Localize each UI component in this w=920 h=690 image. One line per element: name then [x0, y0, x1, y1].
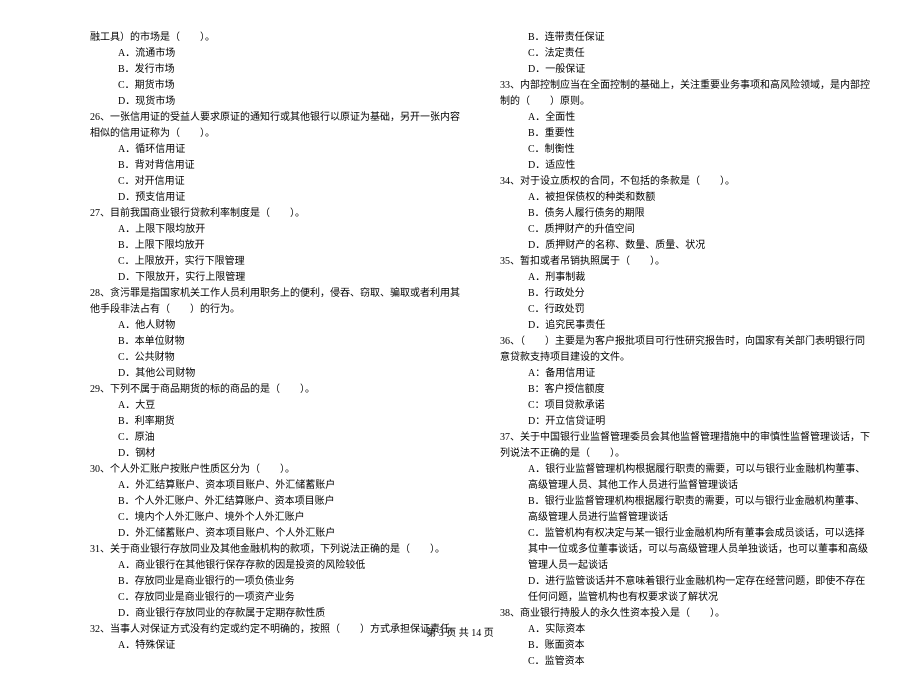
q25-opt-a: A．流通市场 — [90, 46, 460, 62]
q27-opt-c: C．上限放开，实行下限管理 — [90, 254, 460, 270]
q36-opt-b: B：客户授信额度 — [500, 382, 870, 398]
q26-opt-b: B．背对背信用证 — [90, 158, 460, 174]
q34-opt-a: A．被担保债权的种类和数额 — [500, 190, 870, 206]
q35-text: 35、暂扣或者吊销执照属于（ ）。 — [500, 254, 870, 270]
q37-text: 37、关于中国银行业监督管理委员会其他监督管理措施中的审慎性监督管理谈话，下列说… — [500, 430, 870, 462]
q26-opt-d: D．预支信用证 — [90, 190, 460, 206]
q25-opt-c: C．期货市场 — [90, 78, 460, 94]
q31-text: 31、关于商业银行存放同业及其他金融机构的款项，下列说法正确的是（ ）。 — [90, 542, 460, 558]
q33-text: 33、内部控制应当在全面控制的基础上，关注重要业务事项和高风险领域，是内部控制的… — [500, 78, 870, 110]
q28-opt-b: B．本单位财物 — [90, 334, 460, 350]
q29-opt-a: A．大豆 — [90, 398, 460, 414]
q32-opt-c: C．法定责任 — [500, 46, 870, 62]
q36-opt-a: A：备用信用证 — [500, 366, 870, 382]
q31-opt-d: D．商业银行存放同业的存款属于定期存款性质 — [90, 606, 460, 622]
q28-opt-a: A．他人财物 — [90, 318, 460, 334]
q34-text: 34、对于设立质权的合同，不包括的条款是（ ）。 — [500, 174, 870, 190]
q38-opt-c: C．监管资本 — [500, 654, 870, 670]
q31-opt-b: B．存放同业是商业银行的一项负债业务 — [90, 574, 460, 590]
q37-opt-d: D．进行监管谈话并不意味着银行业金融机构一定存在经营问题，即使不存在任何问题，监… — [500, 574, 870, 606]
right-column: B．连带责任保证 C．法定责任 D．一般保证 33、内部控制应当在全面控制的基础… — [500, 30, 870, 670]
q29-opt-b: B．利率期货 — [90, 414, 460, 430]
q26-text: 26、一张信用证的受益人要求原证的通知行或其他银行以原证为基础，另开一张内容相似… — [90, 110, 460, 142]
q30-opt-d: D．外汇储蓄账户、资本项目账户、个人外汇账户 — [90, 526, 460, 542]
q30-text: 30、个人外汇账户按账户性质区分为（ ）。 — [90, 462, 460, 478]
q30-opt-c: C．境内个人外汇账户、境外个人外汇账户 — [90, 510, 460, 526]
q34-opt-d: D．质押财产的名称、数量、质量、状况 — [500, 238, 870, 254]
q29-text: 29、下列不属于商品期货的标的商品的是（ ）。 — [90, 382, 460, 398]
q28-opt-c: C．公共财物 — [90, 350, 460, 366]
q29-opt-d: D．钢材 — [90, 446, 460, 462]
q32-opt-b: B．连带责任保证 — [500, 30, 870, 46]
q31-opt-c: C．存放同业是商业银行的一项资产业务 — [90, 590, 460, 606]
q33-opt-b: B．重要性 — [500, 126, 870, 142]
q36-text: 36、（ ）主要是为客户报批项目可行性研究报告时，向国家有关部门表明银行同意贷款… — [500, 334, 870, 366]
q31-opt-a: A．商业银行在其他银行保存存款的因是投资的风险较低 — [90, 558, 460, 574]
q25-tail: 融工具）的市场是（ ）。 — [90, 30, 460, 46]
q27-opt-a: A．上限下限均放开 — [90, 222, 460, 238]
q28-opt-d: D．其他公司财物 — [90, 366, 460, 382]
q35-opt-a: A．刑事制裁 — [500, 270, 870, 286]
left-column: 融工具）的市场是（ ）。 A．流通市场 B．发行市场 C．期货市场 D．现货市场… — [90, 30, 460, 670]
q33-opt-a: A．全面性 — [500, 110, 870, 126]
q28-text: 28、贪污罪是指国家机关工作人员利用职务上的便利，侵吞、窃取、骗取或者利用其他手… — [90, 286, 460, 318]
q33-opt-d: D．适应性 — [500, 158, 870, 174]
q35-opt-b: B．行政处分 — [500, 286, 870, 302]
q29-opt-c: C．原油 — [90, 430, 460, 446]
q26-opt-a: A．循环信用证 — [90, 142, 460, 158]
q36-opt-d: D：开立信贷证明 — [500, 414, 870, 430]
q37-opt-b: B．银行业监督管理机构根据履行职责的需要，可以与银行业金融机构董事、高级管理人员… — [500, 494, 870, 526]
page-footer: 第 3 页 共 14 页 — [0, 626, 920, 642]
q34-opt-c: C．质押财产的升值空间 — [500, 222, 870, 238]
q30-opt-b: B．个人外汇账户、外汇结算账户、资本项目账户 — [90, 494, 460, 510]
q34-opt-b: B．债务人履行债务的期限 — [500, 206, 870, 222]
q30-opt-a: A．外汇结算账户、资本项目账户、外汇储蓄账户 — [90, 478, 460, 494]
q26-opt-c: C．对开信用证 — [90, 174, 460, 190]
q32-opt-d: D．一般保证 — [500, 62, 870, 78]
q37-opt-a: A．银行业监督管理机构根据履行职责的需要，可以与银行业金融机构董事、高级管理人员… — [500, 462, 870, 494]
q33-opt-c: C．制衡性 — [500, 142, 870, 158]
q27-opt-d: D．下限放开，实行上限管理 — [90, 270, 460, 286]
q25-opt-d: D．现货市场 — [90, 94, 460, 110]
q36-opt-c: C：项目贷款承诺 — [500, 398, 870, 414]
q27-opt-b: B．上限下限均放开 — [90, 238, 460, 254]
q37-opt-c: C．监管机构有权决定与某一银行业金融机构所有董事会成员谈话，可以选择其中一位或多… — [500, 526, 870, 574]
q25-opt-b: B．发行市场 — [90, 62, 460, 78]
q38-text: 38、商业银行持股人的永久性资本投入是（ ）。 — [500, 606, 870, 622]
q35-opt-c: C．行政处罚 — [500, 302, 870, 318]
q27-text: 27、目前我国商业银行贷款利率制度是（ ）。 — [90, 206, 460, 222]
q35-opt-d: D．追究民事责任 — [500, 318, 870, 334]
